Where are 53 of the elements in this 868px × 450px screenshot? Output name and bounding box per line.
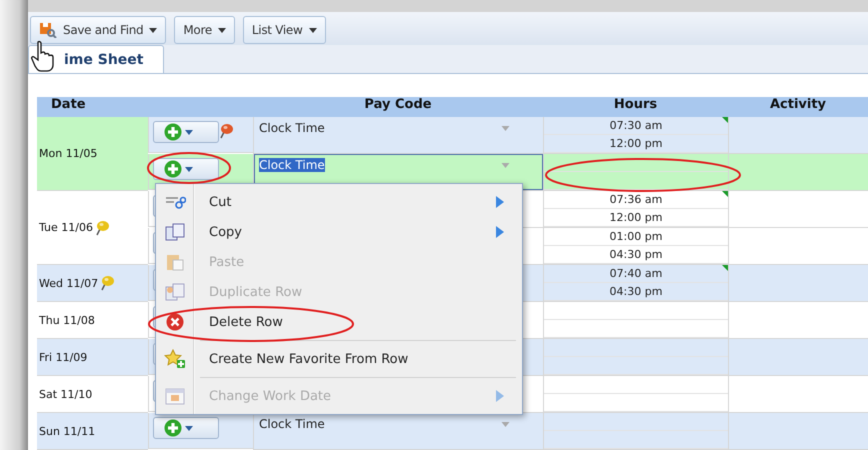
date-text: Wed 11/07 <box>39 276 98 290</box>
caret-icon <box>185 130 193 134</box>
dropdown-caret-icon[interactable] <box>500 126 511 131</box>
scissors-icon <box>164 194 186 210</box>
pay-code-text[interactable]: Clock Time <box>259 158 325 172</box>
time-text: 07:30 am <box>610 119 662 132</box>
menu-item[interactable]: Copy <box>156 217 522 247</box>
calendar-icon <box>164 387 184 405</box>
toolbar-button[interactable]: List View <box>242 16 326 44</box>
caret-icon <box>218 28 226 32</box>
dropdown-caret-icon[interactable] <box>500 422 511 427</box>
date-text: Mon 11/05 <box>39 147 98 160</box>
caret-icon <box>185 166 193 172</box>
plus-icon <box>164 123 182 141</box>
time-text: 04:30 pm <box>610 285 662 298</box>
column-header: Pay Code <box>253 97 543 117</box>
dropdown-caret-icon[interactable] <box>500 163 511 168</box>
pay-code-text[interactable]: Clock Time <box>259 121 325 135</box>
date-text: Tue 11/06 <box>39 221 93 234</box>
time-text: 07:40 am <box>610 267 662 280</box>
date-text: Fri 11/09 <box>39 350 88 364</box>
time-text: 12:00 pm <box>610 211 662 224</box>
column-header: Hours <box>543 97 728 117</box>
star-add-icon <box>164 349 186 369</box>
column-header: Activity <box>728 97 868 117</box>
time-text: 12:00 pm <box>610 137 662 150</box>
pay-code-text[interactable]: Clock Time <box>259 417 325 431</box>
menu-item[interactable]: Cut <box>156 187 522 217</box>
date-text: Sun 11/11 <box>39 424 96 438</box>
add-row-button[interactable] <box>153 417 219 439</box>
toolbar-button[interactable]: More <box>174 16 235 44</box>
add-row-button[interactable] <box>153 121 219 143</box>
tab[interactable]: ime Sheet <box>28 45 164 73</box>
date-text: Sat 11/10 <box>39 388 92 400</box>
time-text: 04:30 pm <box>610 248 662 261</box>
duplicate-icon <box>164 283 184 301</box>
plus-icon <box>164 160 182 178</box>
plus-icon <box>164 419 182 437</box>
caret-icon <box>149 28 158 32</box>
caret-icon <box>185 426 193 430</box>
menu-item[interactable]: Create New Favorite From Row <box>156 344 522 374</box>
add-row-button[interactable] <box>153 158 219 180</box>
time-text: 07:36 am <box>610 193 662 206</box>
caret-icon <box>308 28 316 32</box>
hand-cursor-icon <box>30 40 56 72</box>
toolbar-button[interactable]: Save and Find <box>30 16 166 44</box>
copy-icon <box>164 223 184 241</box>
column-header: Date <box>37 97 148 117</box>
menu-item[interactable]: Delete Row <box>156 307 522 337</box>
date-text: Thu 11/08 <box>39 314 95 326</box>
clipboard-icon <box>166 253 184 271</box>
delete-icon <box>166 313 184 331</box>
time-text: 01:00 pm <box>610 230 662 243</box>
